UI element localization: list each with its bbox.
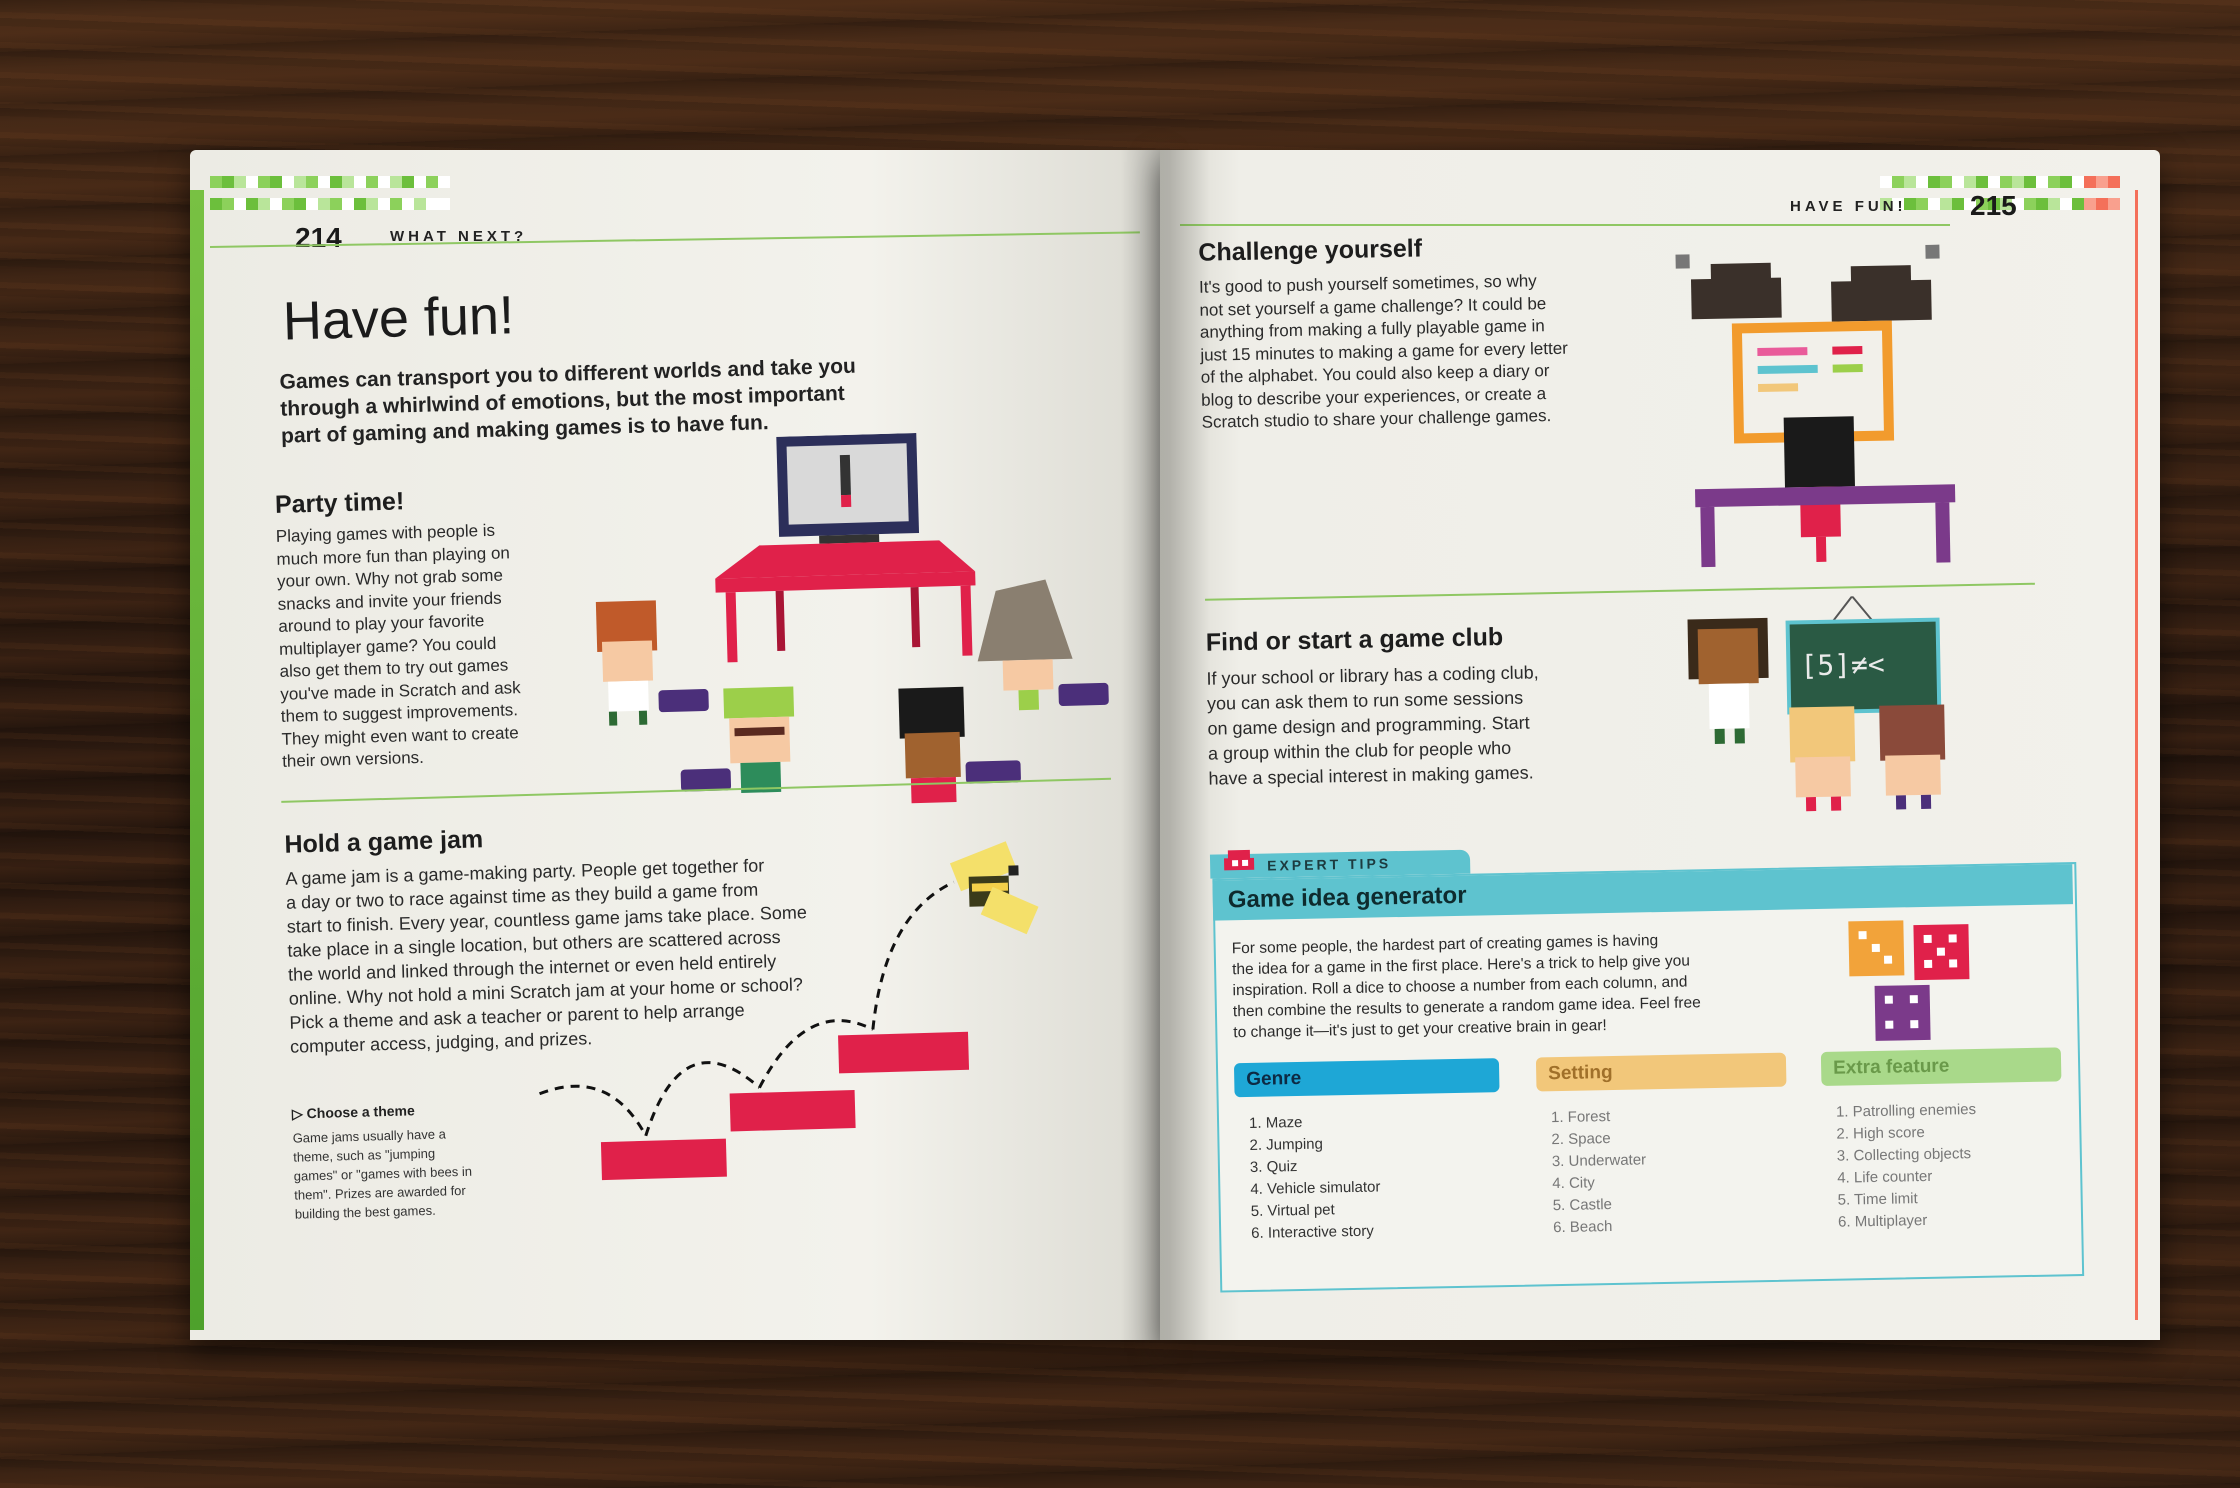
list-item: 2. High score xyxy=(1836,1123,1925,1143)
right-page: HAVE FUN! 215 Challenge yourself It's go… xyxy=(1160,150,2160,1340)
text-line: blog to describe your experiences, or cr… xyxy=(1201,383,1547,410)
table-icon xyxy=(715,540,976,663)
setting-list: 1. Forest 2. Space 3. Underwater 4. City… xyxy=(1551,1105,1648,1239)
club-text: If your school or library has a coding c… xyxy=(1206,658,1638,791)
text-line: you've made in Scratch and ask xyxy=(280,677,521,704)
text-line: your own. Why not grab some xyxy=(276,565,504,591)
list-item: 3. Quiz xyxy=(1249,1158,1298,1176)
jump-path xyxy=(871,880,955,1030)
text-line: also get them to try out games xyxy=(279,655,509,681)
platform xyxy=(729,1089,856,1132)
text-line: have a special interest in making games. xyxy=(1208,762,1534,789)
text-line: much more fun than playing on xyxy=(276,542,511,569)
text-line: them to suggest improvements. xyxy=(280,700,519,726)
list-item: 5. Castle xyxy=(1552,1196,1613,1215)
page-title: Have fun! xyxy=(282,285,515,352)
text-line: Playing games with people is xyxy=(275,520,496,546)
text-line: a group within the club for people who xyxy=(1207,737,1512,764)
party-text: Playing games with people is much more f… xyxy=(276,518,583,774)
text-line: They might even want to create xyxy=(281,722,519,749)
text-line: anything from making a fully playable ga… xyxy=(1199,316,1545,342)
text-line: It's good to push yourself sometimes, so… xyxy=(1198,271,1537,297)
list-item: 5. Virtual pet xyxy=(1250,1201,1335,1220)
dice-illustration xyxy=(1848,920,1970,1041)
text-line: Scratch studio to share your challenge g… xyxy=(1201,406,1552,432)
tips-text: For some people, the hardest part of cre… xyxy=(1232,927,1824,1043)
jam-heading: Hold a game jam xyxy=(284,825,484,859)
list-item: 1. Forest xyxy=(1550,1108,1611,1127)
student-icon xyxy=(1789,706,1856,812)
text-line: you can ask them to run some sessions xyxy=(1206,687,1524,714)
list-item: 1. Maze xyxy=(1248,1113,1303,1132)
genre-list: 1. Maze 2. Jumping 3. Quiz 4. Vehicle si… xyxy=(1249,1110,1382,1244)
expert-tips-label: EXPERT TIPS xyxy=(1266,855,1392,874)
list-item: 6. Interactive story xyxy=(1251,1222,1374,1242)
text-line: not set yourself a game challenge? It co… xyxy=(1199,293,1547,320)
list-item: 1. Patrolling enemies xyxy=(1835,1101,1977,1121)
caption-title: ▷ Choose a theme xyxy=(291,1102,415,1122)
genre-column-header: Genre xyxy=(1233,1058,1500,1098)
list-item: 4. Vehicle simulator xyxy=(1250,1178,1381,1198)
text-line: of the alphabet. You could also keep a d… xyxy=(1200,361,1550,387)
text-line: just 15 minutes to making a game for eve… xyxy=(1200,338,1569,365)
caption-text: Game jams usually have a theme, such as … xyxy=(292,1122,525,1223)
platform xyxy=(838,1031,970,1074)
club-illustration: [5]≠< xyxy=(1687,594,1946,812)
smoke-cloud-icon xyxy=(1675,244,1940,322)
dice-icon xyxy=(1848,920,1905,977)
text-line: If your school or library has a coding c… xyxy=(1206,662,1539,689)
dice-icon xyxy=(1913,924,1970,981)
extra-feature-list: 1. Patrolling enemies 2. High score 3. C… xyxy=(1836,1099,1979,1234)
right-content: Challenge yourself It's good to push you… xyxy=(1160,150,2160,1340)
jump-illustration xyxy=(539,841,1039,1181)
tips-badge-icon xyxy=(1224,849,1255,871)
list-item: 5. Time limit xyxy=(1837,1190,1918,1209)
chalkboard-icon: [5]≠< xyxy=(1785,594,1942,715)
text-line: their own versions. xyxy=(281,747,425,771)
left-content: Have fun! Games can transport you to dif… xyxy=(190,150,1160,1340)
setting-column-header: Setting xyxy=(1535,1052,1787,1092)
text-line: then combine the results to generate a r… xyxy=(1232,994,1701,1021)
text-line: around to play your favorite xyxy=(278,611,485,636)
challenge-heading: Challenge yourself xyxy=(1198,234,1423,267)
list-item: 6. Multiplayer xyxy=(1837,1211,1928,1231)
challenge-illustration xyxy=(1675,244,1956,568)
dice-icon xyxy=(1874,984,1931,1041)
list-item: 3. Collecting objects xyxy=(1836,1145,1972,1165)
list-item: 3. Underwater xyxy=(1551,1151,1647,1171)
text-line: snacks and invite your friends xyxy=(277,588,502,614)
board-text: [5]≠< xyxy=(1800,648,1885,683)
kid-icon xyxy=(595,600,709,726)
bee-icon xyxy=(949,841,1039,935)
tips-heading: Game idea generator xyxy=(1227,881,1467,914)
kid-icon xyxy=(977,579,1109,711)
list-item: 2. Jumping xyxy=(1249,1135,1324,1154)
extra-feature-column-header: Extra feature xyxy=(1820,1047,2062,1086)
text-line: on game design and programming. Start xyxy=(1207,712,1530,739)
tv-icon xyxy=(776,433,920,544)
teacher-icon xyxy=(1687,617,1769,744)
open-book: 214 WHAT NEXT? Have fun! Games can trans… xyxy=(190,150,2170,1350)
list-item: 4. City xyxy=(1552,1174,1595,1193)
challenge-text: It's good to push yourself sometimes, so… xyxy=(1199,268,1672,434)
club-heading: Find or start a game club xyxy=(1205,622,1504,657)
party-illustration xyxy=(595,433,1109,804)
text-line: multiplayer game? You could xyxy=(278,633,497,659)
kid-icon xyxy=(898,686,1021,804)
student-icon xyxy=(1879,704,1946,810)
list-item: 6. Beach xyxy=(1552,1218,1613,1237)
platform xyxy=(600,1138,727,1181)
jump-path xyxy=(539,1084,648,1137)
list-item: 2. Space xyxy=(1551,1130,1611,1149)
party-heading: Party time! xyxy=(274,487,405,519)
list-item: 4. Life counter xyxy=(1837,1167,1933,1187)
left-page: 214 WHAT NEXT? Have fun! Games can trans… xyxy=(190,150,1160,1340)
